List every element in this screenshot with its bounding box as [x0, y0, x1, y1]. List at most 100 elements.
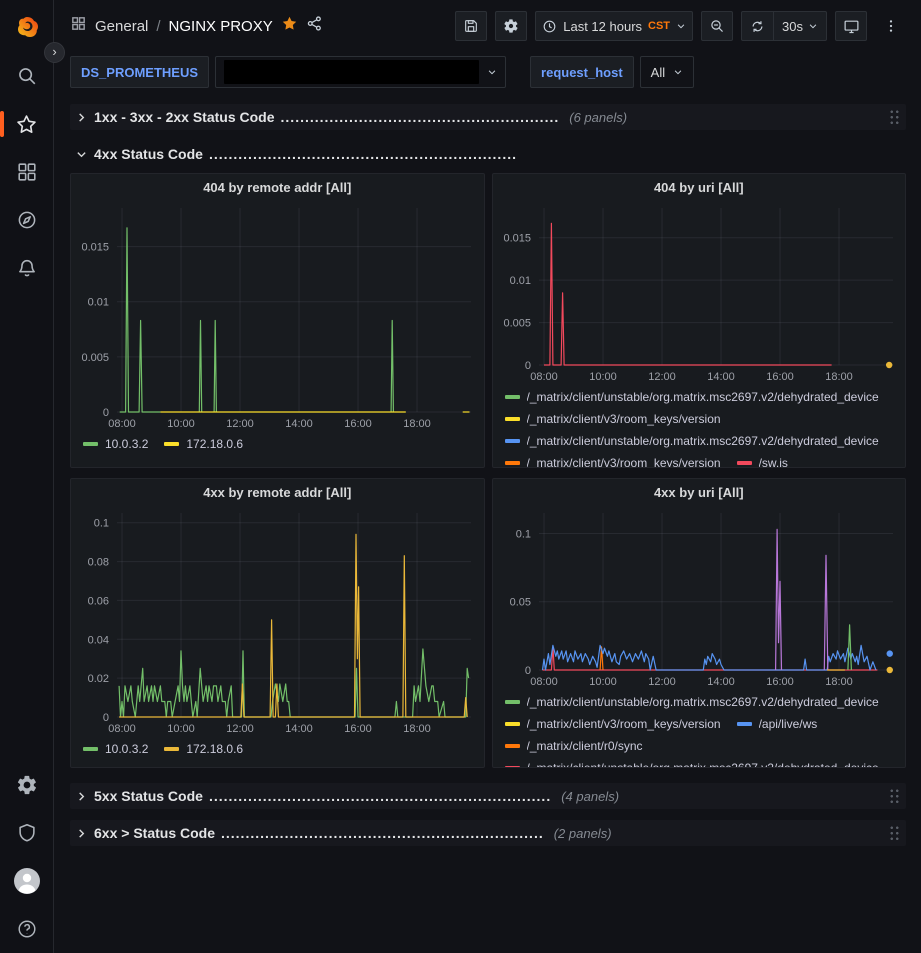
time-series-chart[interactable]: 08:0010:0012:0014:0016:0018:0000.0050.01… [493, 200, 905, 385]
svg-text:0: 0 [103, 407, 109, 419]
dashboard-title[interactable]: NGINX PROXY [169, 18, 273, 35]
dashboard-scroll-area[interactable]: 1xx - 3xx - 2xx Status Code ............… [54, 98, 921, 953]
search-icon[interactable] [13, 62, 41, 90]
time-series-chart[interactable]: 08:0010:0012:0014:0016:0018:0000.0050.01… [71, 200, 483, 432]
dashboard-settings-button[interactable] [495, 11, 527, 41]
legend-swatch [164, 747, 179, 751]
svg-text:0.015: 0.015 [503, 233, 531, 245]
chevron-down-icon [487, 67, 497, 77]
svg-text:0.01: 0.01 [509, 275, 530, 287]
server-admin-shield-icon[interactable] [13, 819, 41, 847]
legend-label: /_matrix/client/unstable/org.matrix.msc2… [527, 434, 879, 448]
variable-label-request-host: request_host [530, 56, 634, 88]
row-drag-handle[interactable] [889, 109, 900, 125]
user-avatar[interactable] [13, 867, 41, 895]
legend-item[interactable]: /_matrix/client/r0/sync [505, 736, 643, 755]
time-series-chart[interactable]: 08:0010:0012:0014:0016:0018:0000.050.1 [493, 505, 905, 690]
legend-item[interactable]: 10.0.3.2 [83, 434, 148, 453]
legend-label: /api/live/ws [759, 717, 818, 731]
panel-404-by-uri-all-: 404 by uri [All]08:0010:0012:0014:0016:0… [492, 173, 907, 468]
svg-text:14:00: 14:00 [707, 676, 735, 688]
legend-item[interactable]: /api/live/ws [737, 714, 818, 733]
breadcrumb: General / NGINX PROXY [95, 18, 273, 35]
legend-item[interactable]: /_matrix/client/unstable/org.matrix.msc2… [505, 387, 879, 406]
legend-swatch [164, 442, 179, 446]
panel-title[interactable]: 404 by uri [All] [493, 174, 906, 200]
legend-item[interactable]: 10.0.3.2 [83, 739, 148, 758]
chevron-down-icon [673, 67, 683, 77]
starred-dashboards-icon[interactable] [13, 110, 41, 138]
dashboards-icon[interactable] [13, 158, 41, 186]
save-dashboard-button[interactable] [455, 11, 487, 41]
legend-label: /_matrix/client/v3/room_keys/version [527, 717, 721, 731]
time-series-chart[interactable]: 08:0010:0012:0014:0016:0018:0000.020.040… [71, 505, 483, 737]
panel-legend: 10.0.3.2 172.18.0.6 [71, 737, 484, 762]
clock-icon [542, 19, 557, 34]
configuration-gear-icon[interactable] [13, 771, 41, 799]
refresh-interval-dropdown[interactable]: 30s [773, 12, 826, 40]
legend-label: /_matrix/client/v3/room_keys/version [527, 456, 721, 469]
row-1xx-3xx-2xx[interactable]: 1xx - 3xx - 2xx Status Code ............… [70, 104, 906, 130]
time-range-picker[interactable]: Last 12 hours CST [535, 11, 693, 41]
refresh-button[interactable] [742, 12, 773, 40]
legend-item[interactable]: /_matrix/client/v3/room_keys/version [505, 409, 721, 428]
svg-text:08:00: 08:00 [108, 418, 136, 430]
legend-swatch [505, 744, 520, 748]
svg-text:0: 0 [103, 712, 109, 724]
refresh-interval-value: 30s [782, 19, 803, 34]
legend-item[interactable]: /_matrix/client/v3/room_keys/version [505, 714, 721, 733]
row-leader-dots: ........................................… [209, 146, 517, 162]
row-4xx[interactable]: 4xx Status Code ........................… [70, 141, 906, 167]
svg-text:0.1: 0.1 [515, 528, 530, 540]
cycle-view-mode-button[interactable] [835, 11, 867, 41]
svg-text:18:00: 18:00 [825, 676, 853, 688]
zoom-out-time-button[interactable] [701, 11, 733, 41]
breadcrumb-folder[interactable]: General [95, 18, 148, 35]
help-icon[interactable] [13, 915, 41, 943]
legend-item[interactable]: /_matrix/client/unstable/org.matrix.msc2… [505, 692, 879, 711]
legend-swatch [737, 722, 752, 726]
row-5xx[interactable]: 5xx Status Code ........................… [70, 783, 906, 809]
row-leader-dots: ........................................… [281, 109, 560, 125]
panel-title[interactable]: 4xx by uri [All] [493, 479, 906, 505]
panel-title[interactable]: 404 by remote addr [All] [71, 174, 484, 200]
legend-item[interactable]: /_matrix/client/v3/room_keys/version [505, 453, 721, 468]
legend-item[interactable]: /_matrix/client/unstable/org.matrix.msc2… [505, 431, 879, 450]
panel-legend: 10.0.3.2 172.18.0.6 [71, 432, 484, 457]
svg-text:14:00: 14:00 [285, 723, 313, 735]
dashboard-navbar: General / NGINX PROXY [54, 0, 921, 52]
favorite-star-icon[interactable] [281, 15, 298, 37]
sidebar-expand-button[interactable]: › [44, 42, 65, 63]
row-panel-count: (2 panels) [554, 826, 612, 841]
legend-swatch [505, 722, 520, 726]
panel-title[interactable]: 4xx by remote addr [All] [71, 479, 484, 505]
legend-item[interactable]: 172.18.0.6 [164, 739, 243, 758]
legend-item[interactable]: /sw.js [737, 453, 788, 468]
svg-text:18:00: 18:00 [403, 723, 431, 735]
row-drag-handle[interactable] [889, 788, 900, 804]
dashboard-variables-bar: DS_PROMETHEUS request_host All [54, 52, 921, 98]
legend-swatch [505, 439, 520, 443]
explore-compass-icon[interactable] [13, 206, 41, 234]
legend-item[interactable]: /_matrix/client/unstable/org.matrix.msc2… [505, 758, 879, 768]
row-6xx[interactable]: 6xx > Status Code ......................… [70, 820, 906, 846]
svg-text:12:00: 12:00 [226, 418, 254, 430]
chevron-right-icon [76, 827, 88, 839]
variable-dropdown-request-host[interactable]: All [640, 56, 694, 88]
svg-text:12:00: 12:00 [648, 676, 676, 688]
more-options-kebab[interactable] [875, 11, 907, 41]
legend-swatch [505, 766, 520, 769]
row-drag-handle[interactable] [889, 825, 900, 841]
svg-text:12:00: 12:00 [226, 723, 254, 735]
panel-legend: /_matrix/client/unstable/org.matrix.msc2… [493, 385, 906, 468]
save-icon [463, 18, 479, 34]
alerting-bell-icon[interactable] [13, 254, 41, 282]
legend-item[interactable]: 172.18.0.6 [164, 434, 243, 453]
share-icon[interactable] [306, 15, 323, 37]
active-indicator [0, 111, 4, 137]
legend-label: /_matrix/client/r0/sync [527, 739, 643, 753]
panel-404-by-remote-addr-all-: 404 by remote addr [All]08:0010:0012:001… [70, 173, 485, 468]
zoom-out-icon [709, 18, 725, 34]
variable-dropdown-ds-prometheus[interactable] [215, 56, 506, 88]
grafana-logo[interactable] [13, 14, 41, 42]
